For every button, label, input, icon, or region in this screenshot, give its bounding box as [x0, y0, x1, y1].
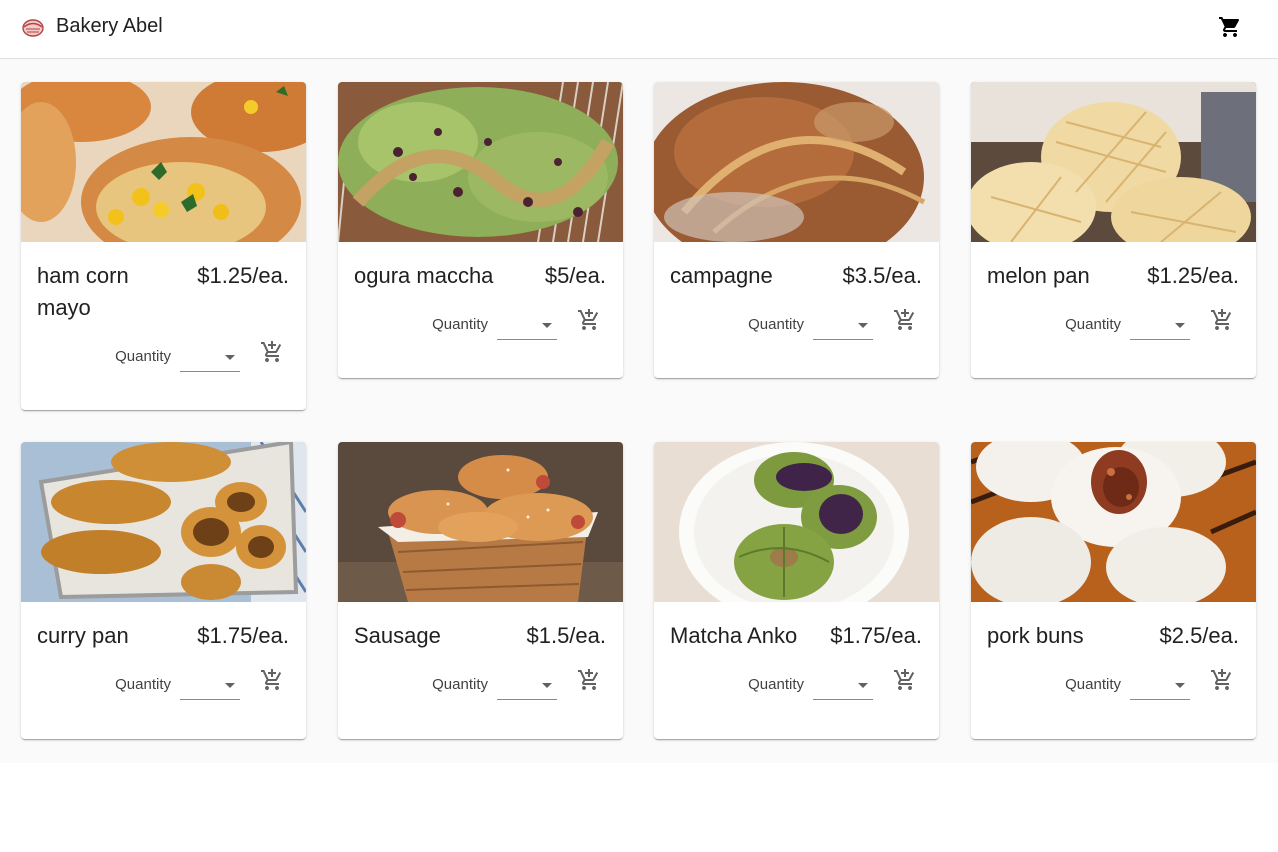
dropdown-arrow-icon — [225, 683, 235, 688]
shopping-cart-button[interactable] — [1216, 13, 1244, 41]
product-name: Sausage — [354, 623, 441, 648]
app-bar: Bakery Abel — [0, 0, 1278, 59]
product-name: ogura maccha — [354, 263, 494, 288]
add-shopping-cart-icon — [1211, 309, 1232, 330]
dropdown-arrow-icon — [542, 323, 552, 328]
product-actions: Quantity — [338, 666, 623, 739]
product-card-melon-pan: melon pan $1.25/ea. Quantity — [971, 82, 1256, 378]
product-name: ham corn mayo — [37, 263, 129, 320]
product-photo — [654, 82, 939, 242]
product-photo — [21, 442, 306, 602]
add-shopping-cart-icon — [578, 309, 599, 330]
dropdown-arrow-icon — [225, 355, 235, 360]
product-card-campagne: campagne $3.5/ea. Quantity — [654, 82, 939, 378]
quantity-select[interactable] — [497, 312, 557, 340]
add-shopping-cart-icon — [894, 309, 915, 330]
add-to-cart-button[interactable] — [577, 668, 603, 694]
product-actions: Quantity — [971, 666, 1256, 739]
product-actions: Quantity — [971, 306, 1256, 378]
add-to-cart-button[interactable] — [1210, 668, 1236, 694]
product-info: melon pan $1.25/ea. — [971, 242, 1256, 306]
quantity-label: Quantity — [115, 348, 171, 365]
add-shopping-cart-icon — [578, 669, 599, 690]
product-price: $1.75/ea. — [197, 623, 289, 648]
product-photo — [338, 442, 623, 602]
product-photo — [338, 82, 623, 242]
add-to-cart-button[interactable] — [893, 668, 919, 694]
dropdown-arrow-icon — [858, 323, 868, 328]
dropdown-arrow-icon — [858, 683, 868, 688]
product-photo — [654, 442, 939, 602]
quantity-label: Quantity — [115, 676, 171, 693]
product-info: Sausage $1.5/ea. — [338, 602, 623, 666]
quantity-label: Quantity — [1065, 676, 1121, 693]
product-name: campagne — [670, 263, 773, 288]
product-name: melon pan — [987, 263, 1090, 288]
add-shopping-cart-icon — [261, 341, 282, 362]
add-to-cart-button[interactable] — [893, 308, 919, 334]
product-actions: Quantity — [21, 666, 306, 739]
add-to-cart-button[interactable] — [1210, 308, 1236, 334]
product-info: ham corn mayo $1.25/ea. — [21, 242, 306, 338]
dropdown-arrow-icon — [542, 683, 552, 688]
add-to-cart-button[interactable] — [260, 340, 286, 366]
product-photo — [971, 442, 1256, 602]
product-price: $1.25/ea. — [197, 263, 289, 288]
quantity-select[interactable] — [813, 672, 873, 700]
dropdown-arrow-icon — [1175, 323, 1185, 328]
quantity-label: Quantity — [748, 676, 804, 693]
product-info: Matcha Anko $1.75/ea. — [654, 602, 939, 666]
product-name: pork buns — [987, 623, 1084, 648]
product-price: $1.75/ea. — [830, 623, 922, 648]
app-title: Bakery Abel — [56, 15, 163, 37]
product-info: curry pan $1.75/ea. — [21, 602, 306, 666]
quantity-select[interactable] — [813, 312, 873, 340]
product-card-ogura-maccha: ogura maccha $5/ea. Quantity — [338, 82, 623, 378]
product-actions: Quantity — [21, 338, 306, 410]
add-to-cart-button[interactable] — [260, 668, 286, 694]
quantity-select[interactable] — [180, 344, 240, 372]
product-card-matcha-anko: Matcha Anko $1.75/ea. Quantity — [654, 442, 939, 739]
product-card-curry-pan: curry pan $1.75/ea. Quantity — [21, 442, 306, 739]
product-info: pork buns $2.5/ea. — [971, 602, 1256, 666]
add-shopping-cart-icon — [261, 669, 282, 690]
product-info: ogura maccha $5/ea. — [338, 242, 623, 306]
product-card-sausage: Sausage $1.5/ea. Quantity — [338, 442, 623, 739]
quantity-label: Quantity — [432, 676, 488, 693]
product-actions: Quantity — [338, 306, 623, 378]
quantity-label: Quantity — [748, 316, 804, 333]
product-photo — [21, 82, 306, 242]
product-actions: Quantity — [654, 306, 939, 378]
add-shopping-cart-icon — [894, 669, 915, 690]
quantity-select[interactable] — [1130, 312, 1190, 340]
product-name: curry pan — [37, 623, 129, 648]
product-price: $1.25/ea. — [1147, 263, 1239, 288]
product-photo — [971, 82, 1256, 242]
add-shopping-cart-icon — [1211, 669, 1232, 690]
quantity-label: Quantity — [432, 316, 488, 333]
product-price: $5/ea. — [544, 263, 606, 288]
quantity-select[interactable] — [1130, 672, 1190, 700]
dropdown-arrow-icon — [1175, 683, 1185, 688]
product-price: $2.5/ea. — [1159, 623, 1239, 648]
product-card-pork-buns: pork buns $2.5/ea. Quantity — [971, 442, 1256, 739]
product-actions: Quantity — [654, 666, 939, 739]
shopping-cart-icon — [1219, 17, 1240, 37]
product-price: $3.5/ea. — [842, 263, 922, 288]
product-grid: ham corn mayo $1.25/ea. Quantity ogura m… — [0, 59, 1278, 763]
bakery-logo-icon — [21, 15, 45, 39]
product-card-ham-corn-mayo: ham corn mayo $1.25/ea. Quantity — [21, 82, 306, 410]
quantity-select[interactable] — [180, 672, 240, 700]
add-to-cart-button[interactable] — [577, 308, 603, 334]
product-name: Matcha Anko — [670, 623, 798, 648]
quantity-select[interactable] — [497, 672, 557, 700]
quantity-label: Quantity — [1065, 316, 1121, 333]
product-price: $1.5/ea. — [526, 623, 606, 648]
product-info: campagne $3.5/ea. — [654, 242, 939, 306]
